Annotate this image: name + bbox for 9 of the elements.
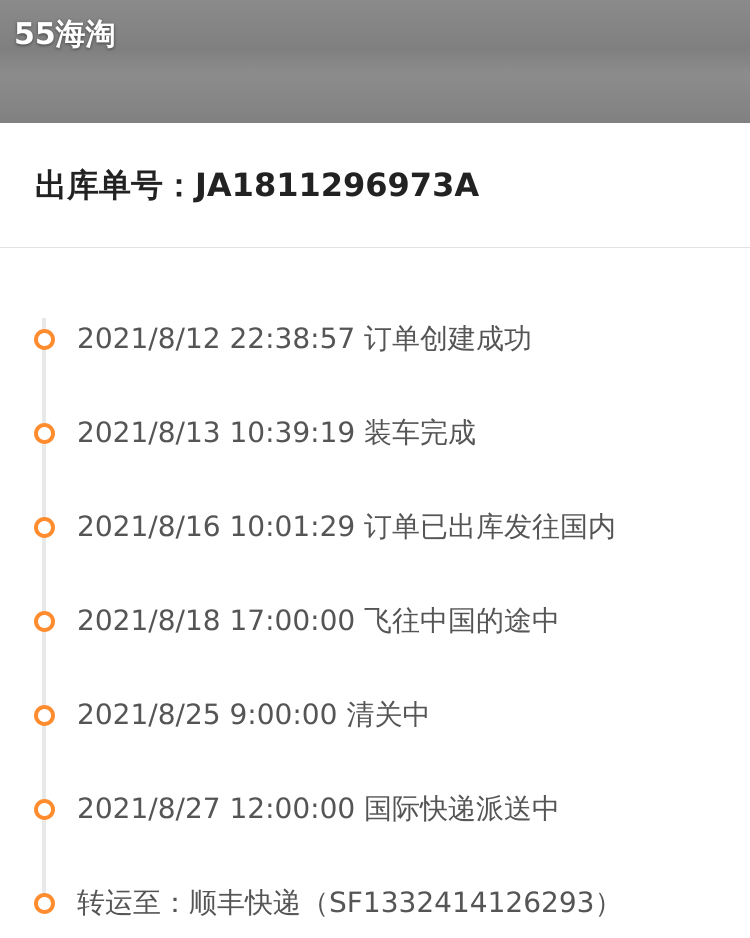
timeline-entry: 2021/8/16 10:01:29 订单已出库发往国内	[77, 509, 616, 545]
timeline-entry: 转运至：顺丰快递（SF1332414126293）	[77, 885, 622, 921]
timeline-entry: 2021/8/27 12:00:00 国际快递派送中	[77, 791, 560, 827]
timeline-entry: 2021/8/13 10:39:19 装车完成	[77, 415, 476, 451]
timeline-entry: 2021/8/18 17:00:00 飞往中国的途中	[77, 603, 560, 639]
timeline-entry: 2021/8/12 22:38:57 订单创建成功	[77, 321, 532, 357]
order-number: 出库单号：JA1811296973A	[35, 165, 480, 206]
app-title: 55海淘	[14, 17, 116, 52]
timeline-entry: 2021/8/25 9:00:00 清关中	[77, 697, 430, 733]
